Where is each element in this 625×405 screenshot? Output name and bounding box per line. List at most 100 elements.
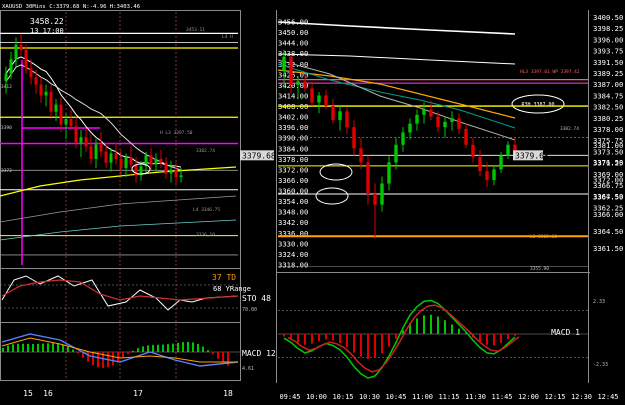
- right-inner-tick: 3450.00: [278, 28, 308, 37]
- left-candle: [79, 137, 83, 143]
- right-macd-bar: [367, 334, 369, 360]
- right-macd-tick-top: 2.33: [593, 299, 605, 305]
- right-axis-tick-lower: 3367.50: [593, 193, 623, 202]
- right-macd-bar: [339, 334, 341, 343]
- left-candle: [174, 169, 178, 178]
- right-candle: [289, 56, 293, 85]
- right-x-label: 10:45: [385, 393, 406, 401]
- left-macd-bar: [47, 343, 49, 352]
- right-candle: [310, 88, 314, 103]
- left-candle: [89, 146, 93, 159]
- right-axis-tick: 3378.00: [593, 125, 623, 134]
- right-axis-tick-lower: 3364.50: [593, 227, 623, 236]
- left-candle: [4, 73, 8, 81]
- left-candle: [29, 68, 33, 78]
- right-axis-tick: 3389.25: [593, 69, 623, 78]
- right-macd-bar: [332, 334, 334, 341]
- right-ma-second: [277, 53, 516, 65]
- right-macd-bar: [507, 334, 509, 340]
- left-candle: [179, 175, 183, 178]
- left-macd-bar: [142, 346, 144, 352]
- left-macd-bar: [162, 344, 164, 352]
- left-macd-bar: [52, 343, 54, 352]
- right-macd-label: MACD 1: [551, 328, 580, 337]
- left-candle: [34, 77, 38, 85]
- right-inner-tick: 3330.00: [278, 239, 308, 248]
- left-candles: [4, 33, 183, 185]
- left-candle: [159, 158, 163, 163]
- right-candle: [506, 144, 510, 156]
- left-macd: [0, 333, 240, 368]
- right-candle: [331, 106, 335, 121]
- right-macd-bar: [374, 334, 376, 358]
- left-macd-bar: [137, 348, 139, 352]
- right-inner-price-axis: 3456.003450.003444.003438.003432.003426.…: [278, 18, 308, 270]
- right-candle: [317, 95, 321, 103]
- left-candle: [64, 119, 68, 125]
- right-candle: [401, 132, 405, 145]
- right-x-axis: 09:45 10:00 10:15 10:30 10:45 11:00 11:15 11:30…: [279, 393, 618, 401]
- right-level-label: HL3 3397.61 WP 3397.42: [520, 69, 580, 75]
- annotation-ellipse-lower: [315, 187, 349, 205]
- left-candle: [84, 137, 88, 147]
- right-candle: [394, 144, 398, 163]
- right-inner-tick: 3324.00: [278, 250, 308, 259]
- right-inner-tick: 3318.00: [278, 260, 308, 269]
- right-x-label: 11:30: [465, 393, 486, 401]
- right-axis-tick-lower: 3372.00: [593, 175, 623, 184]
- right-axis-tick: 3393.75: [593, 47, 623, 56]
- left-candle: [39, 84, 43, 96]
- left-candle: [9, 59, 13, 74]
- right-macd-bar: [388, 334, 390, 347]
- left-price-tags: 3412 3390 3372: [1, 84, 12, 174]
- right-level-label: 3355.90: [530, 266, 549, 272]
- right-macd-bar: [493, 334, 495, 346]
- left-x-label: 17: [133, 389, 143, 398]
- left-macd-bar: [32, 344, 34, 352]
- right-inner-tick: 3348.00: [278, 208, 308, 217]
- right-axis-tick: 3382.50: [593, 103, 623, 112]
- left-macd-bar: [17, 343, 19, 352]
- left-candle: [59, 104, 63, 125]
- right-axis-tick: 3387.00: [593, 80, 623, 89]
- right-candle: [324, 95, 328, 107]
- right-candle: [429, 109, 433, 117]
- right-candle: [296, 81, 300, 85]
- left-macd-bar: [177, 342, 179, 352]
- current-price-label: 3379.68: [515, 151, 549, 160]
- left-macd-bar: [192, 342, 194, 352]
- left-candle: [69, 119, 73, 127]
- right-axis-tick: 3391.50: [593, 58, 623, 67]
- left-macd-bar: [122, 352, 124, 359]
- left-level-label: 3336.10: [196, 232, 215, 238]
- left-macd-bar: [2, 348, 4, 352]
- right-ma-top: [277, 21, 516, 35]
- right-candle: [359, 148, 363, 163]
- left-candle: [94, 144, 98, 159]
- left-high-label: 3458.22: [30, 17, 64, 26]
- left-macd-bar: [62, 344, 64, 352]
- right-candle: [471, 144, 475, 158]
- yrange-label: 68 YRange: [213, 285, 251, 293]
- right-x-label: 11:15: [438, 393, 459, 401]
- right-axis-tick: 3400.50: [593, 13, 623, 22]
- right-level-label: L3 3365.68: [530, 234, 557, 240]
- right-macd-bar: [325, 334, 327, 340]
- left-candle: [74, 126, 78, 143]
- right-candle: [499, 155, 503, 170]
- right-macd-bar: [437, 316, 439, 334]
- left-macd-bar: [12, 344, 14, 352]
- right-inner-tick: 3354.00: [278, 197, 308, 206]
- right-macd-signal: [287, 304, 520, 373]
- left-candle: [49, 91, 53, 112]
- sto-label: STO 48: [242, 294, 271, 303]
- right-macd-bar: [444, 320, 446, 334]
- right-macd-bar: [458, 328, 460, 334]
- left-macd-bar: [22, 343, 24, 352]
- left-macd-bar: [172, 343, 174, 352]
- right-candle: [366, 162, 370, 195]
- left-macd-bar: [202, 346, 204, 352]
- left-macd-bar: [167, 344, 169, 352]
- right-x-label: 09:45: [279, 393, 300, 401]
- left-level-label: H L3 3397.50: [160, 130, 193, 136]
